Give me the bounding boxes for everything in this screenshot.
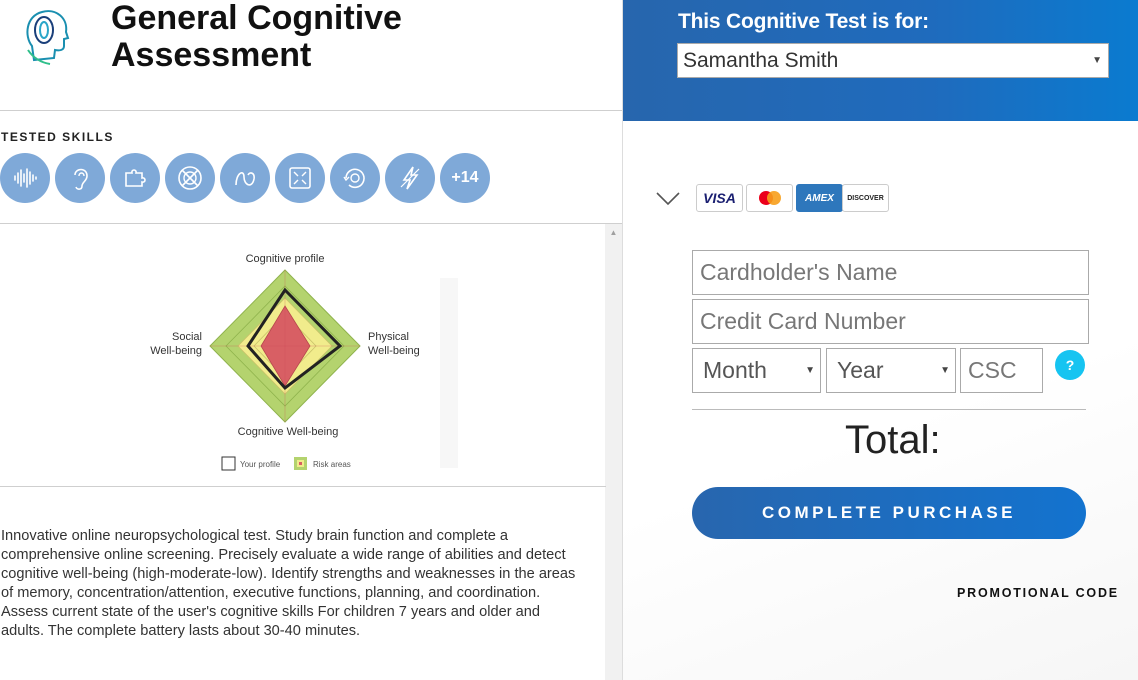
title-line-1: General Cognitive [111, 0, 402, 37]
dropdown-caret-icon: ▼ [805, 365, 815, 376]
test-for-label: This Cognitive Test is for: [678, 10, 929, 33]
discover-text: DISCOVER [847, 194, 884, 202]
path-icon[interactable] [220, 153, 270, 203]
page-title: General Cognitive Assessment [111, 0, 402, 74]
cognitive-profile-chart: Cognitive profile Social Well-being Phys… [0, 224, 606, 486]
year-select[interactable]: Year ▼ [826, 348, 956, 393]
visa-text: VISA [703, 190, 736, 206]
product-description: Innovative online neuropsychological tes… [1, 528, 576, 639]
csc-help-button[interactable]: ? [1055, 350, 1085, 380]
title-line-2: Assessment [111, 36, 312, 74]
focus-frame-icon[interactable] [275, 153, 325, 203]
card-number-placeholder: Credit Card Number [700, 308, 906, 334]
complete-purchase-button[interactable]: COMPLETE PURCHASE [692, 487, 1086, 539]
sound-wave-icon[interactable] [0, 153, 50, 203]
divider [692, 409, 1086, 410]
csc-placeholder: CSC [968, 357, 1017, 383]
product-panel: General Cognitive Assessment TESTED SKIL… [0, 0, 622, 680]
puzzle-icon[interactable] [110, 153, 160, 203]
discover-card-icon: DISCOVER [842, 184, 889, 212]
amex-text: AMEX [805, 192, 834, 204]
checkout-header: This Cognitive Test is for: Samantha Smi… [623, 0, 1138, 121]
dropdown-caret-icon: ▼ [940, 365, 950, 376]
total-label: Total: [845, 418, 941, 462]
month-select-value: Month [703, 357, 767, 383]
more-skills-button[interactable]: +14 [440, 153, 490, 203]
chart-label-bottom: Cognitive Well-being [238, 426, 339, 438]
rotate-icon[interactable] [330, 153, 380, 203]
radar-diamond [209, 269, 361, 423]
csc-input[interactable]: CSC [960, 348, 1043, 393]
chart-label-left-1: Social [172, 331, 202, 343]
chart-label-top: Cognitive profile [246, 253, 325, 265]
scrollbar[interactable]: ▲ [605, 224, 622, 680]
month-select[interactable]: Month ▼ [692, 348, 821, 393]
year-select-value: Year [837, 357, 884, 383]
chart-label-left-2: Well-being [150, 345, 202, 357]
chart-label-right-1: Physical [368, 331, 409, 343]
chevron-down-icon[interactable] [655, 188, 681, 208]
legend-risk-areas: Risk areas [313, 460, 351, 469]
dropdown-caret-icon: ▼ [1092, 55, 1102, 66]
lightning-icon[interactable] [385, 153, 435, 203]
visa-card-icon: VISA [696, 184, 743, 212]
cardholder-placeholder: Cardholder's Name [700, 259, 898, 285]
no-target-icon[interactable] [165, 153, 215, 203]
person-select[interactable]: Samantha Smith ▼ [677, 43, 1109, 78]
checkout-panel: This Cognitive Test is for: Samantha Smi… [622, 0, 1138, 680]
promotional-code-link[interactable]: PROMOTIONAL CODE [957, 586, 1119, 600]
divider [0, 110, 622, 111]
ear-icon[interactable] [55, 153, 105, 203]
tested-skills-label: TESTED SKILLS [1, 130, 114, 144]
cardholder-name-input[interactable]: Cardholder's Name [692, 250, 1089, 295]
chart-label-right-2: Well-being [368, 345, 420, 357]
amex-card-icon: AMEX [796, 184, 843, 212]
mastercard-icon [746, 184, 793, 212]
credit-card-number-input[interactable]: Credit Card Number [692, 299, 1089, 344]
legend-your-profile: Your profile [240, 460, 281, 469]
scroll-up-arrow-icon[interactable]: ▲ [605, 226, 622, 240]
head-logo-icon [22, 6, 70, 66]
person-select-value: Samantha Smith [683, 49, 839, 72]
divider [0, 486, 606, 487]
